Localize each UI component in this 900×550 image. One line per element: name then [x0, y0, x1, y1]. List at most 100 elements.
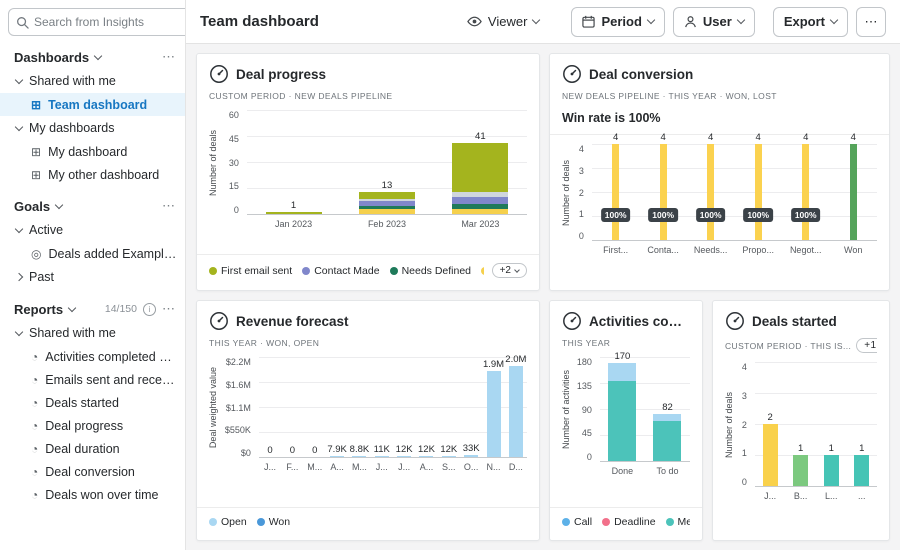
bar[interactable]	[452, 143, 508, 214]
reports-section-header[interactable]: Reports 14/150 i ⋯	[0, 296, 185, 321]
legend-item[interactable]: Contact Made	[302, 265, 379, 277]
bar-segment[interactable]	[442, 456, 456, 457]
group-my-dashboards[interactable]: My dashboards	[0, 116, 185, 140]
bar-segment[interactable]	[452, 209, 508, 214]
sidebar-item-deal-progress-report[interactable]: ◔ Deal progress	[0, 414, 185, 437]
sidebar-item-team-dashboard[interactable]: ⊞ Team dashboard	[0, 93, 185, 116]
sidebar-item-my-dashboard[interactable]: ⊞ My dashboard	[0, 140, 185, 163]
sidebar-item-activities-completed-report[interactable]: ◔ Activities completed an...	[0, 345, 185, 368]
chart-column[interactable]: 1	[247, 111, 340, 214]
legend-item[interactable]: Won	[257, 516, 290, 528]
bar-segment[interactable]	[802, 144, 809, 240]
bar-segment[interactable]	[352, 456, 366, 457]
bar[interactable]	[612, 144, 619, 240]
group-reports-shared-with-me[interactable]: Shared with me	[0, 321, 185, 345]
chart-column[interactable]: 0	[259, 358, 281, 457]
bar-segment[interactable]	[487, 371, 501, 457]
chart-column[interactable]: 12K	[438, 358, 460, 457]
bar-segment[interactable]	[452, 197, 508, 204]
chart-column[interactable]: 2.0M	[505, 358, 527, 457]
chart-column[interactable]: 1	[846, 363, 877, 486]
bar-segment[interactable]	[850, 144, 857, 240]
chart-column[interactable]: 0	[281, 358, 303, 457]
export-button[interactable]: Export	[773, 7, 848, 37]
chart-column[interactable]: 82	[645, 358, 690, 461]
bar[interactable]	[854, 455, 869, 486]
goals-more-icon[interactable]: ⋯	[162, 198, 175, 214]
bar[interactable]	[653, 414, 681, 461]
sidebar-item-my-other-dashboard[interactable]: ⊞ My other dashboard	[0, 163, 185, 186]
user-button[interactable]: User	[673, 7, 755, 37]
bar-segment[interactable]	[375, 456, 389, 457]
bar[interactable]	[442, 456, 456, 457]
dashboards-section-header[interactable]: Dashboards ⋯	[0, 44, 185, 69]
chart-column[interactable]: 4	[829, 145, 877, 240]
legend-item[interactable]: Needs Defined	[390, 265, 471, 277]
chart-column[interactable]: 13	[340, 111, 433, 214]
bar[interactable]	[487, 371, 501, 457]
group-goals-past[interactable]: Past	[0, 265, 185, 289]
legend-item[interactable]: Meeting	[666, 516, 690, 528]
legend-item[interactable]: Deadline	[602, 516, 655, 528]
bar-segment[interactable]	[266, 212, 322, 214]
reports-more-icon[interactable]: ⋯	[162, 301, 175, 317]
subtitle-more-chip[interactable]: +1	[856, 338, 877, 353]
search-input[interactable]	[34, 15, 186, 29]
bar[interactable]	[660, 144, 667, 240]
bar-segment[interactable]	[612, 144, 619, 240]
bar[interactable]	[375, 456, 389, 457]
legend-more-chip[interactable]: +2	[492, 263, 527, 278]
bar-segment[interactable]	[608, 381, 636, 461]
bar-segment[interactable]	[660, 144, 667, 240]
bar[interactable]	[419, 456, 433, 457]
bar[interactable]	[824, 455, 839, 486]
bar-segment[interactable]	[509, 366, 523, 457]
chart-column[interactable]: 170	[600, 358, 645, 461]
chart-column[interactable]: 4100%	[734, 145, 782, 240]
bar[interactable]	[352, 456, 366, 457]
bar[interactable]	[330, 456, 344, 457]
legend-item[interactable]: Propo...	[481, 265, 484, 277]
bar[interactable]	[266, 212, 322, 214]
bar[interactable]	[608, 363, 636, 461]
chart-column[interactable]: 1	[816, 363, 847, 486]
period-button[interactable]: Period	[571, 7, 664, 37]
chart-column[interactable]: 2	[755, 363, 786, 486]
bar-segment[interactable]	[359, 192, 415, 199]
bar-segment[interactable]	[419, 456, 433, 457]
dashboards-more-icon[interactable]: ⋯	[162, 49, 175, 65]
chart-column[interactable]: 12K	[415, 358, 437, 457]
sidebar-item-deals-added-goal[interactable]: ◎ Deals added Example t...	[0, 242, 185, 265]
chart-column[interactable]: 4100%	[592, 145, 640, 240]
info-icon[interactable]: i	[143, 303, 156, 316]
chart-column[interactable]: 33K	[460, 358, 482, 457]
chart-column[interactable]: 1.9M	[482, 358, 504, 457]
bar-segment[interactable]	[608, 363, 636, 381]
chart-column[interactable]: 4100%	[639, 145, 687, 240]
sidebar-item-emails-sent-report[interactable]: ◔ Emails sent and received	[0, 368, 185, 391]
chart-column[interactable]: 41	[434, 111, 527, 214]
bar-segment[interactable]	[452, 143, 508, 192]
bar[interactable]	[755, 144, 762, 240]
group-dashboards-shared-with-me[interactable]: Shared with me	[0, 69, 185, 93]
chart-column[interactable]: 8.8K	[348, 358, 370, 457]
bar-segment[interactable]	[824, 455, 839, 486]
chart-column[interactable]: 4100%	[687, 145, 735, 240]
bar-segment[interactable]	[653, 421, 681, 461]
bar[interactable]	[359, 192, 415, 214]
bar[interactable]	[707, 144, 714, 240]
bar-segment[interactable]	[707, 144, 714, 240]
bar[interactable]	[763, 424, 778, 486]
viewer-menu[interactable]: Viewer	[467, 14, 540, 29]
search-box[interactable]	[8, 8, 186, 36]
bar-segment[interactable]	[359, 209, 415, 214]
bar-segment[interactable]	[330, 456, 344, 457]
bar[interactable]	[850, 144, 857, 240]
legend-item[interactable]: Call	[562, 516, 592, 528]
chart-column[interactable]: 1	[785, 363, 816, 486]
sidebar-item-deal-conversion-report[interactable]: ◔ Deal conversion	[0, 460, 185, 483]
chart-column[interactable]: 7.9K	[326, 358, 348, 457]
bar-segment[interactable]	[755, 144, 762, 240]
chart-column[interactable]: 12K	[393, 358, 415, 457]
bar[interactable]	[464, 455, 478, 457]
